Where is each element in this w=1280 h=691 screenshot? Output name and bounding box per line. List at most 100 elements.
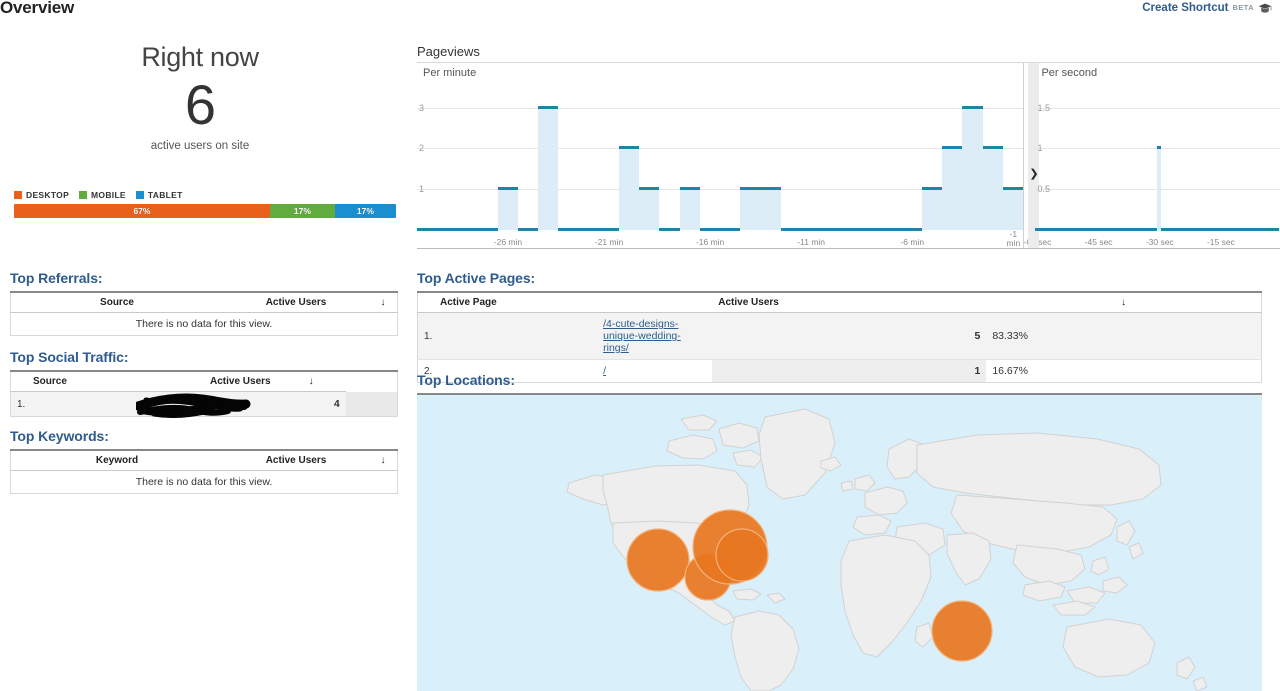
top-active-pages-table: Active Page Active Users ↓ 1. /4-cute-de… — [417, 291, 1262, 383]
device-legend-label: MOBILE — [91, 190, 126, 200]
active-users-count: 6 — [184, 73, 216, 136]
row-spacer — [345, 391, 398, 417]
bar-fill — [760, 189, 781, 230]
social-source-cell — [123, 391, 277, 418]
page-path-cell: /4-cute-designs-unique-wedding-rings/ — [597, 312, 713, 360]
y-axis-tick-label: 1 — [419, 184, 425, 195]
table-header-row: Source Active Users ↓ — [10, 292, 398, 313]
map-location-bubble[interactable] — [931, 600, 993, 662]
chart-bar — [457, 83, 478, 231]
map-location-bubble[interactable] — [626, 528, 690, 592]
column-active-users[interactable]: Active Users — [223, 292, 369, 313]
top-keywords-table: Keyword Active Users ↓ There is no data … — [10, 449, 398, 494]
device-segment-tablet: 17% — [334, 204, 396, 218]
chart-bar — [760, 83, 781, 230]
chart-bar — [901, 83, 923, 231]
bar-cap — [1275, 228, 1280, 231]
bar-cap — [740, 187, 761, 191]
per-second-bars — [1035, 83, 1280, 231]
column-active-page[interactable]: Active Page — [417, 292, 598, 313]
bar-cap — [457, 228, 478, 231]
top-keywords-heading: Top Keywords: — [10, 428, 109, 444]
top-referrals-table: Source Active Users ↓ There is no data f… — [10, 291, 398, 336]
column-source[interactable]: Source — [10, 292, 223, 313]
chart-bar — [619, 83, 640, 230]
chart-bar — [699, 83, 721, 231]
y-axis-tick-label: 0.5 — [1037, 184, 1050, 195]
bar-cap — [982, 146, 1003, 150]
x-axis-tick-label: -30 sec — [1145, 237, 1174, 247]
device-segment-desktop: 67% — [14, 204, 270, 218]
chart-bar — [538, 83, 559, 230]
chevron-right-icon[interactable]: ❯ — [1028, 167, 1040, 181]
graduation-cap-icon[interactable] — [1258, 3, 1272, 17]
chart-bar — [558, 83, 579, 231]
x-axis-tick-label: -1 min — [1006, 229, 1021, 248]
per-second-x-axis: -60 sec-45 sec-30 sec-15 sec — [1024, 230, 1280, 248]
table-row[interactable]: 1. 4 — [10, 391, 398, 418]
no-data-message: There is no data for this view. — [135, 318, 273, 330]
bar-cap — [679, 187, 700, 191]
sort-descending-icon[interactable]: ↓ — [276, 371, 346, 392]
column-active-users[interactable]: Active Users — [712, 292, 987, 313]
per-second-chart[interactable]: Per second 0.511.5 -60 sec-45 sec-30 sec… — [1024, 63, 1280, 248]
top-locations-section: Top Locations: — [417, 372, 1262, 691]
table-row[interactable]: 1. /4-cute-designs-unique-wedding-rings/… — [417, 312, 1262, 360]
top-active-pages-section: Top Active Pages: Active Page Active Use… — [417, 270, 1262, 383]
page-path-link[interactable]: /4-cute-designs-unique-wedding-rings/ — [603, 318, 681, 354]
device-legend-item-mobile: MOBILE — [79, 190, 126, 200]
bar-cap — [841, 228, 862, 231]
chart-bar — [437, 83, 458, 231]
sort-descending-icon[interactable]: ↓ — [986, 292, 1262, 313]
chart-bar — [922, 83, 943, 230]
bar-cap — [800, 228, 822, 231]
chart-bar — [740, 83, 761, 230]
redacted-source-scribble — [130, 393, 271, 418]
column-source[interactable]: Source — [10, 371, 124, 392]
bar-cap — [437, 228, 458, 231]
row-index: 1. — [417, 312, 598, 360]
column-keyword[interactable]: Keyword — [10, 450, 223, 471]
table-header-row: Source Active Users ↓ — [10, 371, 398, 392]
no-data-message: There is no data for this view. — [135, 476, 273, 488]
chart-bar — [780, 83, 801, 231]
bar-cap — [821, 228, 842, 231]
legend-swatch-icon — [79, 191, 88, 199]
chart-bar — [962, 83, 983, 230]
beta-badge: BETA — [1232, 3, 1254, 12]
legend-swatch-icon — [14, 191, 22, 199]
sort-descending-icon[interactable]: ↓ — [369, 292, 398, 313]
x-axis-tick-label: -11 min — [797, 237, 826, 247]
bar-fill — [679, 189, 700, 230]
device-legend-label: DESKTOP — [26, 190, 70, 200]
x-axis-tick-label: -26 min — [493, 237, 523, 247]
table-row: There is no data for this view. — [11, 471, 398, 494]
bar-cap — [598, 228, 620, 231]
bar-cap — [720, 228, 741, 231]
bar-cap — [538, 105, 559, 109]
chart-bar — [861, 83, 882, 231]
sort-descending-icon[interactable]: ↓ — [369, 450, 398, 471]
bar-cap — [477, 228, 498, 231]
column-active-users[interactable]: Active Users — [123, 371, 277, 392]
map-location-bubble[interactable] — [715, 528, 769, 582]
per-minute-chart[interactable]: Per minute 1 2 3 -26 min -21 min -16 min -11 … — [417, 63, 1025, 248]
active-users-value: 5 — [712, 312, 987, 360]
top-active-pages-heading: Top Active Pages: — [417, 270, 536, 286]
pageviews-title: Pageviews — [417, 44, 1280, 63]
bar-cap — [619, 146, 640, 150]
column-active-users[interactable]: Active Users — [223, 450, 369, 471]
bar-fill — [497, 189, 519, 230]
locations-map[interactable] — [417, 393, 1262, 691]
top-keywords-section: Top Keywords: Keyword Active Users ↓ The… — [10, 428, 398, 494]
bar-cap — [518, 228, 539, 231]
active-users-value: 4 — [276, 391, 346, 417]
chart-bar — [518, 83, 539, 231]
create-shortcut-link[interactable]: Create Shortcut — [1142, 2, 1228, 14]
chart-bar — [841, 83, 862, 231]
right-now-panel: Right now 6 active users on site — [0, 40, 400, 154]
chart-bar — [982, 83, 1003, 230]
bar-cap — [962, 105, 983, 109]
active-users-percent: 83.33% — [986, 312, 1262, 360]
top-social-traffic-heading: Top Social Traffic: — [10, 349, 129, 365]
